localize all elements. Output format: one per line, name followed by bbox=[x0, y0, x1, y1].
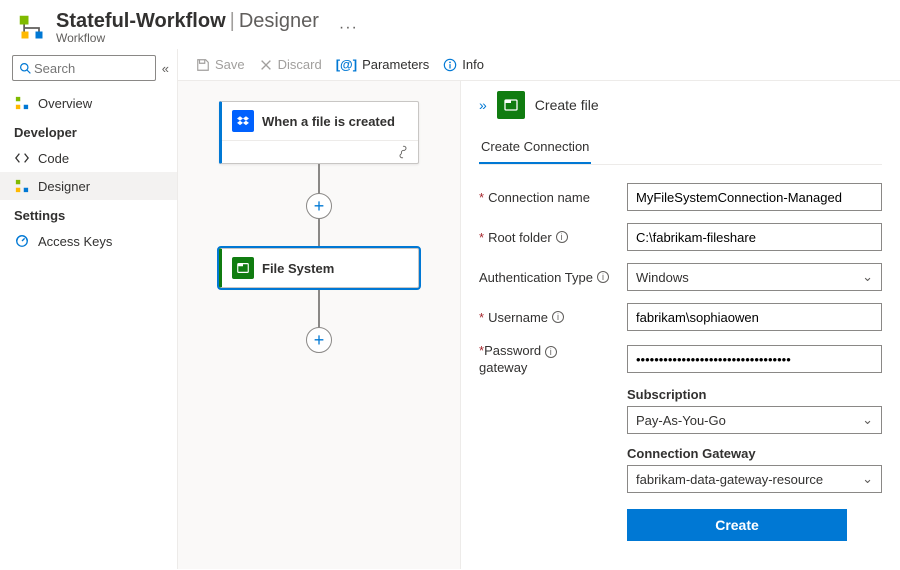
page-header: Stateful-Workflow|Designer Workflow ··· bbox=[0, 0, 900, 49]
connection-form: *Connection name *Root folder i Authenti… bbox=[479, 183, 882, 541]
nav-label: Overview bbox=[38, 96, 92, 111]
toolbar: Save Discard [@] Parameters Info bbox=[178, 49, 900, 81]
connector-line bbox=[318, 164, 320, 194]
page-section: Designer bbox=[239, 10, 319, 32]
info-icon[interactable]: i bbox=[552, 311, 564, 323]
root-folder-input[interactable] bbox=[627, 223, 882, 251]
collapse-sidebar-button[interactable]: « bbox=[162, 61, 169, 76]
panel-tabs: Create Connection bbox=[479, 133, 882, 165]
chevron-down-icon: ⌄ bbox=[862, 412, 873, 428]
label-username: *Username i bbox=[479, 310, 617, 325]
save-button[interactable]: Save bbox=[196, 57, 245, 72]
add-step-button[interactable]: + bbox=[306, 193, 332, 219]
search-icon bbox=[19, 62, 32, 75]
parameters-icon: [@] bbox=[336, 57, 357, 72]
toolbar-label: Discard bbox=[278, 57, 322, 72]
label-subscription: Subscription bbox=[627, 387, 882, 402]
card-title: When a file is created bbox=[262, 114, 395, 129]
designer-icon bbox=[14, 178, 30, 194]
workflow-name: Stateful-Workflow bbox=[56, 10, 226, 32]
info-button[interactable]: Info bbox=[443, 57, 484, 72]
access-keys-icon bbox=[14, 233, 30, 249]
toolbar-label: Info bbox=[462, 57, 484, 72]
nav-item-overview[interactable]: Overview bbox=[0, 89, 177, 117]
create-button[interactable]: Create bbox=[627, 509, 847, 541]
more-button[interactable]: ··· bbox=[339, 19, 358, 37]
label-root-folder: *Root folder i bbox=[479, 230, 617, 245]
nav-label: Designer bbox=[38, 179, 90, 194]
toolbar-label: Parameters bbox=[362, 57, 429, 72]
auth-type-select[interactable]: Windows⌄ bbox=[627, 263, 882, 291]
info-icon[interactable]: i bbox=[556, 231, 568, 243]
nav-section-settings: Settings bbox=[0, 200, 177, 227]
action-config-panel: » Create file Create Connection *Connect… bbox=[460, 81, 900, 569]
nav-section-developer: Developer bbox=[0, 117, 177, 144]
search-input[interactable] bbox=[32, 60, 149, 77]
workflow-logo-icon bbox=[18, 14, 46, 42]
add-step-button[interactable]: + bbox=[306, 327, 332, 353]
trigger-card[interactable]: When a file is created bbox=[219, 101, 419, 164]
nav-label: Access Keys bbox=[38, 234, 112, 249]
subscription-select[interactable]: Pay-As-You-Go⌄ bbox=[627, 406, 882, 434]
nav-item-access-keys[interactable]: Access Keys bbox=[0, 227, 177, 255]
discard-icon bbox=[259, 58, 273, 72]
discard-button[interactable]: Discard bbox=[259, 57, 322, 72]
info-icon[interactable]: i bbox=[597, 271, 609, 283]
label-password-gateway: *Password i gateway bbox=[479, 343, 617, 375]
password-input[interactable] bbox=[627, 345, 882, 373]
file-system-icon bbox=[497, 91, 525, 119]
sidebar: « Overview Developer Code Designer Setti… bbox=[0, 49, 178, 569]
label-connection-gateway: Connection Gateway bbox=[627, 446, 882, 461]
overview-icon bbox=[14, 95, 30, 111]
page-subtitle: Workflow bbox=[56, 31, 319, 45]
info-icon bbox=[443, 58, 457, 72]
chevron-down-icon: ⌄ bbox=[862, 471, 873, 487]
file-system-icon bbox=[232, 257, 254, 279]
connection-name-input[interactable] bbox=[627, 183, 882, 211]
username-input[interactable] bbox=[627, 303, 882, 331]
connector-line bbox=[318, 288, 320, 328]
parameters-button[interactable]: [@] Parameters bbox=[336, 57, 430, 72]
collapse-panel-button[interactable]: » bbox=[479, 97, 487, 113]
code-icon bbox=[14, 150, 30, 166]
dropbox-icon bbox=[232, 110, 254, 132]
panel-title: Create file bbox=[535, 97, 599, 113]
page-title: Stateful-Workflow|Designer bbox=[56, 10, 319, 33]
action-card-file-system[interactable]: File System bbox=[219, 248, 419, 288]
designer-canvas[interactable]: When a file is created + File System + bbox=[178, 81, 460, 569]
save-icon bbox=[196, 58, 210, 72]
nav-item-code[interactable]: Code bbox=[0, 144, 177, 172]
connection-gateway-select[interactable]: fabrikam-data-gateway-resource⌄ bbox=[627, 465, 882, 493]
chevron-down-icon: ⌄ bbox=[862, 269, 873, 285]
nav-item-designer[interactable]: Designer bbox=[0, 172, 177, 200]
card-title: File System bbox=[262, 261, 334, 276]
connection-icon[interactable] bbox=[396, 145, 410, 159]
nav-label: Code bbox=[38, 151, 69, 166]
search-box[interactable] bbox=[12, 55, 156, 81]
label-connection-name: *Connection name bbox=[479, 190, 617, 205]
tab-create-connection[interactable]: Create Connection bbox=[479, 133, 591, 164]
connector-line bbox=[318, 218, 320, 248]
info-icon[interactable]: i bbox=[545, 346, 557, 358]
label-auth-type: Authentication Type i bbox=[479, 270, 617, 285]
toolbar-label: Save bbox=[215, 57, 245, 72]
